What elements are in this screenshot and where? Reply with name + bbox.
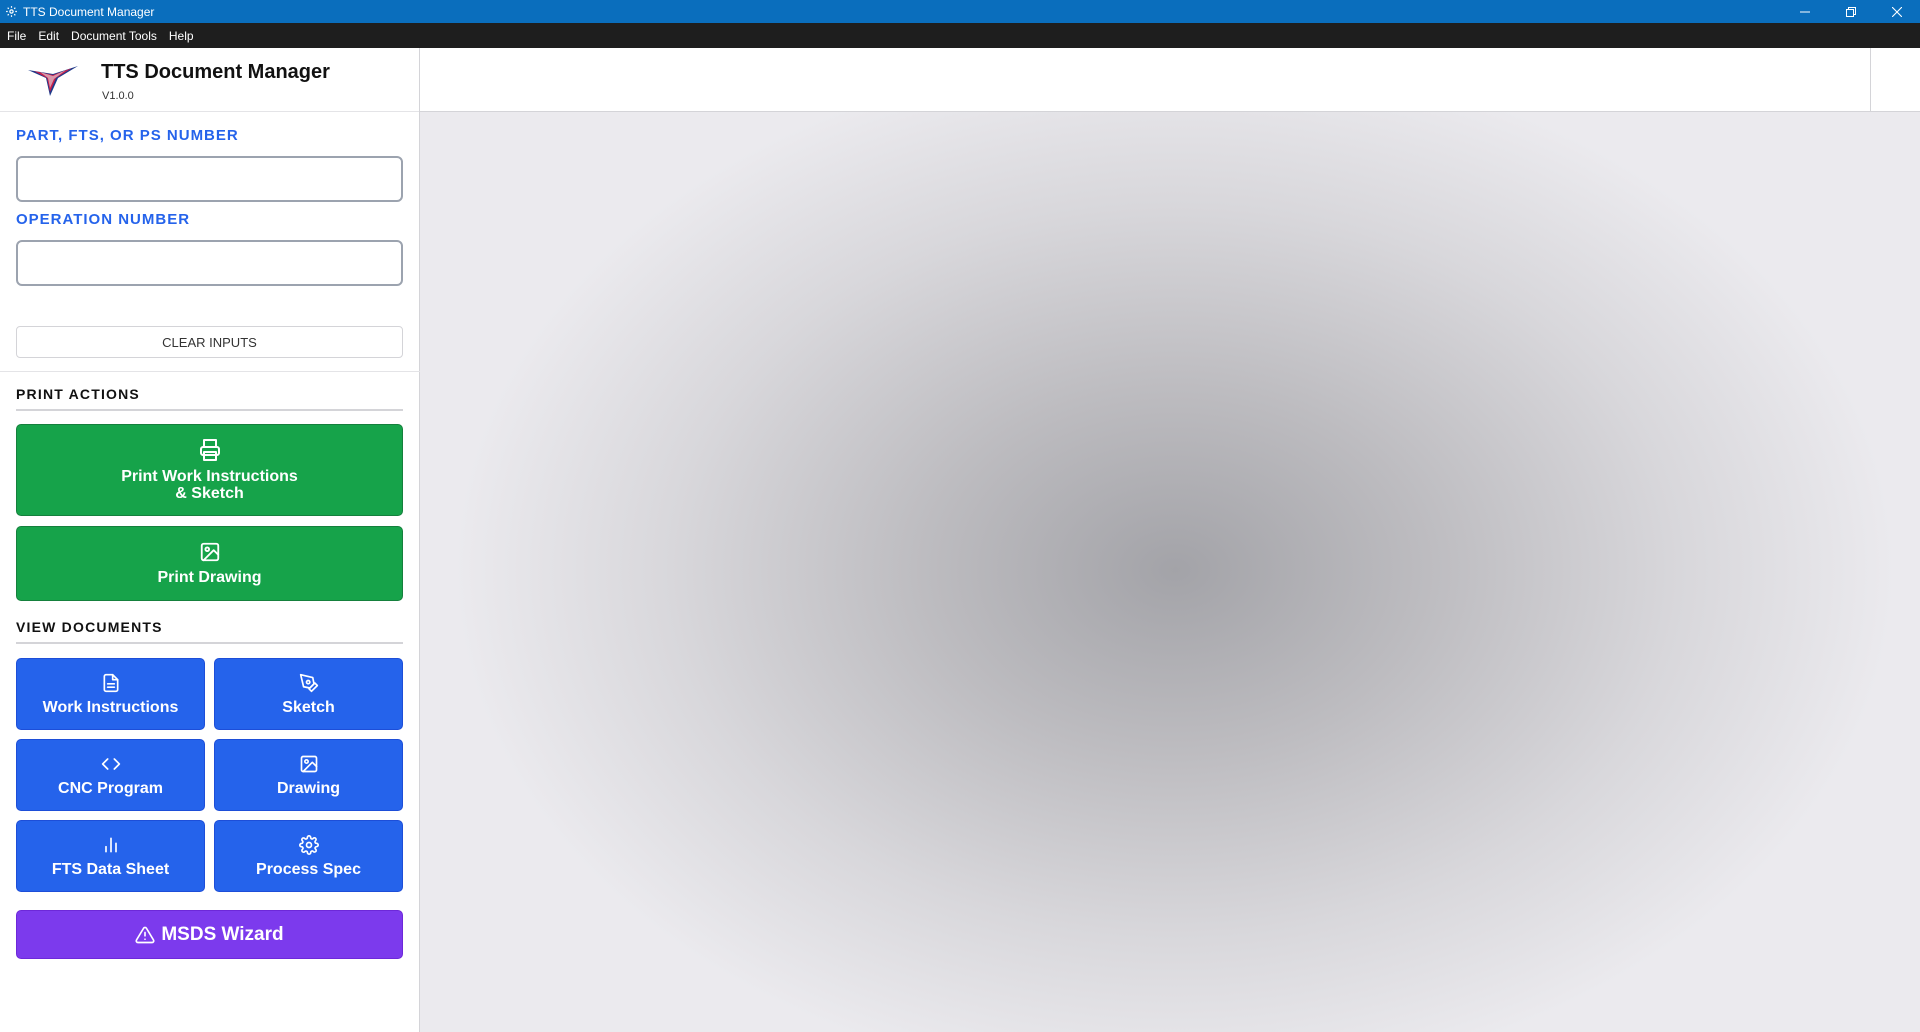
document-icon: [103, 673, 118, 692]
app-version: V1.0.0: [102, 90, 134, 102]
image-icon: [300, 755, 317, 772]
part-number-input[interactable]: [16, 156, 403, 202]
work-instructions-button[interactable]: Work Instructions: [16, 658, 205, 730]
print-work-instructions-sketch-button[interactable]: Print Work Instructions & Sketch: [16, 424, 403, 516]
print-actions-title: PRINT ACTIONS: [16, 386, 140, 402]
sketch-button[interactable]: Sketch: [214, 658, 403, 730]
restore-button[interactable]: [1828, 0, 1874, 23]
process-spec-button[interactable]: Process Spec: [214, 820, 403, 892]
document-toolbar: [420, 48, 1920, 112]
window-titlebar: TTS Document Manager: [0, 0, 1920, 23]
operation-number-label: OPERATION NUMBER: [16, 211, 191, 228]
app-gear-icon: [4, 5, 18, 19]
logo-icon: [28, 66, 78, 96]
document-viewer[interactable]: [420, 112, 1920, 1032]
print-work-instructions-line1: Print Work Instructions: [121, 468, 298, 485]
print-drawing-button[interactable]: Print Drawing: [16, 526, 403, 601]
toolbar-separator: [1870, 48, 1871, 112]
window-title: TTS Document Manager: [23, 4, 155, 19]
sidebar-divider: [0, 371, 420, 372]
print-work-instructions-line2: & Sketch: [175, 485, 244, 502]
msds-wizard-button[interactable]: MSDS Wizard: [16, 910, 403, 959]
printer-icon: [199, 439, 220, 461]
operation-number-input[interactable]: [16, 240, 403, 286]
part-number-label: PART, FTS, OR PS NUMBER: [16, 127, 239, 144]
close-button[interactable]: [1874, 0, 1920, 23]
sketch-label: Sketch: [282, 698, 335, 716]
menu-edit[interactable]: Edit: [38, 29, 59, 43]
code-icon: [101, 757, 120, 770]
pen-icon: [299, 673, 318, 692]
drawing-label: Drawing: [276, 779, 341, 797]
print-drawing-label: Print Drawing: [157, 569, 262, 586]
minimize-button[interactable]: [1782, 0, 1828, 23]
image-icon: [200, 542, 219, 562]
fts-data-sheet-button[interactable]: FTS Data Sheet: [16, 820, 205, 892]
bar-chart-icon: [104, 837, 117, 852]
menu-document-tools[interactable]: Document Tools: [71, 29, 157, 43]
view-documents-rule: [16, 642, 403, 644]
clear-inputs-button[interactable]: CLEAR INPUTS: [16, 326, 403, 358]
print-actions-rule: [16, 409, 403, 411]
menu-help[interactable]: Help: [169, 29, 194, 43]
sidebar: TTS Document Manager V1.0.0 PART, FTS, O…: [0, 48, 420, 1032]
gear-icon: [298, 834, 319, 855]
app-name: TTS Document Manager: [101, 61, 330, 83]
process-spec-label: Process Spec: [256, 860, 361, 878]
work-instructions-label: Work Instructions: [42, 698, 179, 716]
view-documents-title: VIEW DOCUMENTS: [16, 619, 163, 635]
warning-icon: [135, 926, 155, 943]
msds-wizard-label: MSDS Wizard: [161, 924, 284, 945]
cnc-program-label: CNC Program: [58, 779, 163, 797]
brand-header: TTS Document Manager V1.0.0: [0, 48, 419, 112]
fts-data-sheet-label: FTS Data Sheet: [51, 860, 170, 878]
menu-file[interactable]: File: [7, 29, 26, 43]
drawing-button[interactable]: Drawing: [214, 739, 403, 811]
menubar: File Edit Document Tools Help: [0, 23, 1920, 48]
cnc-program-button[interactable]: CNC Program: [16, 739, 205, 811]
